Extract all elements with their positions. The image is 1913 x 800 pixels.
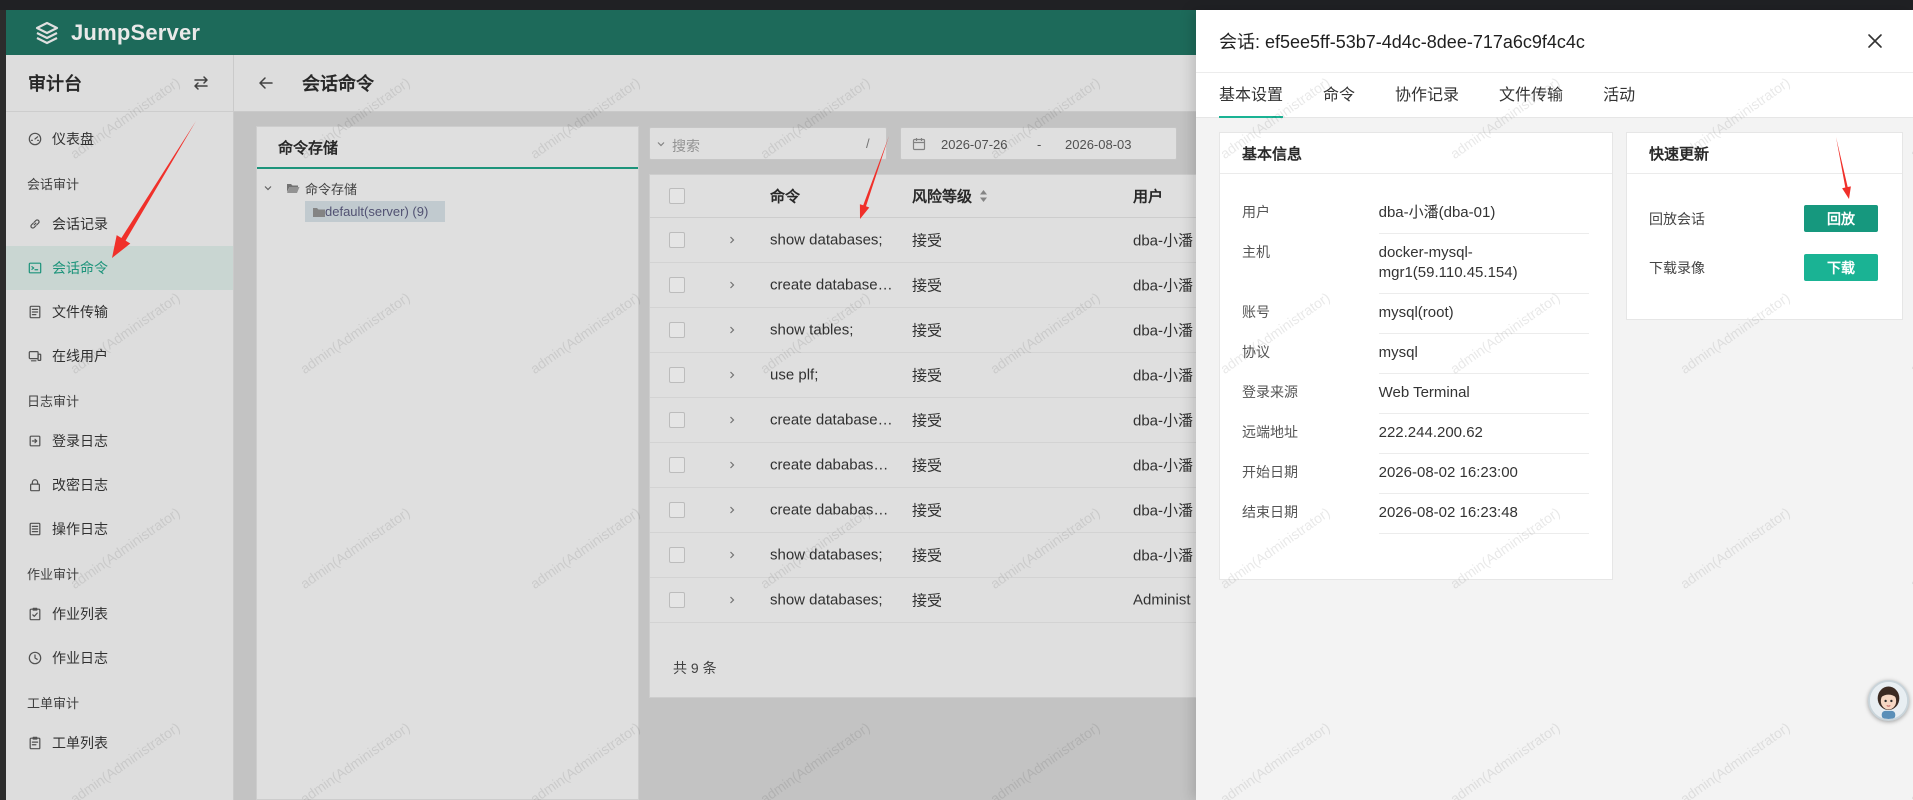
info-value: docker-mysql-mgr1(59.110.45.154) [1378,234,1589,294]
info-value: Web Terminal [1378,374,1589,414]
drawer-tabs: 基本设置 命令 协作记录 文件传输 活动 [1196,73,1913,118]
info-label: 结束日期 [1242,504,1298,520]
tab-3[interactable]: 协作记录 [1395,73,1459,117]
quick-update-row: 回放会话 回放 [1649,194,1878,243]
info-label: 用户 [1242,204,1270,220]
quick-update-card: 快速更新 回放会话 回放下载录像 下载 [1626,132,1903,320]
info-label: 协议 [1242,344,1270,360]
tab-1[interactable]: 基本设置 [1219,73,1284,118]
info-value: 222.244.200.62 [1378,414,1589,454]
drawer-header: 会话: ef5ee5ff-53b7-4d4c-8dee-717a6c9f4c4c [1196,10,1913,73]
info-row: 远端地址 222.244.200.62 [1242,414,1589,454]
info-row: 协议 mysql [1242,334,1589,374]
replay-button[interactable]: 回放 [1804,205,1878,232]
info-value: mysql [1378,334,1589,374]
quick-update-label: 下载录像 [1649,259,1705,276]
info-value: 2026-08-02 16:23:48 [1378,494,1589,534]
info-row: 账号 mysql(root) [1242,294,1589,334]
quick-update-list: 回放会话 回放下载录像 下载 [1627,174,1902,292]
close-icon[interactable] [1867,33,1883,49]
info-label: 远端地址 [1242,424,1298,440]
info-label: 账号 [1242,304,1270,320]
info-row: 主机 docker-mysql-mgr1(59.110.45.154) [1242,234,1589,294]
quick-update-row: 下载录像 下载 [1649,243,1878,292]
assistant-avatar-icon[interactable] [1868,680,1909,721]
info-label: 开始日期 [1242,464,1298,480]
tab-4[interactable]: 文件传输 [1499,73,1563,117]
basic-info-title: 基本信息 [1220,133,1612,174]
tab-5[interactable]: 活动 [1603,73,1635,117]
info-row: 登录来源 Web Terminal [1242,374,1589,414]
info-value: mysql(root) [1378,294,1589,334]
drawer-body: 基本信息 用户 dba-小潘(dba-01) 主机 docker-mysql-mgr1… [1196,118,1913,800]
session-detail-drawer: 会话: ef5ee5ff-53b7-4d4c-8dee-717a6c9f4c4c… [1196,10,1913,800]
info-row: 用户 dba-小潘(dba-01) [1242,194,1589,234]
info-row: 结束日期 2026-08-02 16:23:48 [1242,494,1589,534]
basic-info-list: 用户 dba-小潘(dba-01) 主机 docker-mysql-mgr1(59.1… [1220,174,1612,534]
download-button[interactable]: 下载 [1804,254,1878,281]
quick-update-title: 快速更新 [1627,133,1902,174]
browser-chrome-strip [0,0,1913,10]
drawer-title: 会话: ef5ee5ff-53b7-4d4c-8dee-717a6c9f4c4c [1219,32,1585,52]
info-value: 2026-08-02 16:23:00 [1378,454,1589,494]
info-value: dba-小潘(dba-01) [1378,194,1589,234]
info-row: 开始日期 2026-08-02 16:23:00 [1242,454,1589,494]
tab-2[interactable]: 命令 [1323,73,1355,117]
quick-update-label: 回放会话 [1649,210,1705,227]
info-label: 登录来源 [1242,384,1298,400]
basic-info-card: 基本信息 用户 dba-小潘(dba-01) 主机 docker-mysql-mgr1… [1219,132,1613,580]
info-label: 主机 [1242,244,1270,260]
